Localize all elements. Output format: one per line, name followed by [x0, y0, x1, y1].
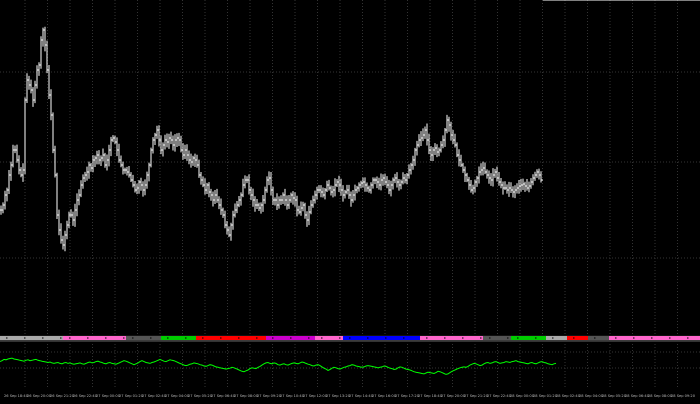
separator-tick — [573, 337, 575, 339]
time-axis-label: 28 Sep 04:00 — [579, 394, 604, 398]
separator-segment — [420, 336, 483, 340]
separator-tick — [615, 337, 617, 339]
time-axis: 26 Sep 18:40 26 Sep 20:00 26 Sep 21:20 26 S… — [4, 394, 696, 398]
separator-tick — [6, 337, 8, 339]
separator-segment — [0, 336, 63, 340]
separator-segment — [567, 336, 588, 340]
time-axis-label: 27 Sep 13:20 — [326, 394, 351, 398]
separator-tick — [256, 337, 258, 339]
separator-tick — [87, 337, 89, 339]
separator-tick — [444, 337, 446, 339]
separator-tick — [489, 337, 491, 339]
separator-tick — [480, 337, 482, 339]
time-axis-label: 27 Sep 10:40 — [280, 394, 305, 398]
separator-segment — [315, 336, 343, 340]
separator-tick — [403, 337, 405, 339]
time-axis-label: 26 Sep 21:20 — [50, 394, 75, 398]
separator-tick — [535, 337, 537, 339]
separator-tick — [507, 337, 509, 339]
separator-tick — [669, 337, 671, 339]
time-axis-label: 28 Sep 08:00 — [648, 394, 673, 398]
separator-tick — [272, 337, 274, 339]
separator-tick — [238, 337, 240, 339]
time-axis-label: 28 Sep 09:20 — [671, 394, 696, 398]
separator-tick — [308, 337, 310, 339]
chart-window: 26 Sep 18:40 26 Sep 20:00 26 Sep 21:20 26 S… — [0, 0, 700, 400]
time-axis-label: 28 Sep 01:20 — [533, 394, 558, 398]
separator-tick — [42, 337, 44, 339]
time-axis-label: 27 Sep 22:40 — [487, 394, 512, 398]
time-axis-label: 27 Sep 00:00 — [96, 394, 121, 398]
separator-segment — [511, 336, 546, 340]
separator-tick — [321, 337, 323, 339]
time-axis-label: 27 Sep 02:40 — [142, 394, 167, 398]
separator-tick — [105, 337, 107, 339]
time-axis-label: 28 Sep 00:00 — [510, 394, 535, 398]
separator-tick — [167, 337, 169, 339]
separator-segment — [126, 336, 161, 340]
separator-tick — [24, 337, 26, 339]
separator-tick — [60, 337, 62, 339]
separator-tick — [290, 337, 292, 339]
separator-segment — [161, 336, 196, 340]
time-axis-label: 28 Sep 06:40 — [625, 394, 650, 398]
separator-tick — [462, 337, 464, 339]
separator-tick — [150, 337, 152, 339]
time-axis-label: 27 Sep 08:00 — [234, 394, 259, 398]
session-separator-band — [0, 335, 700, 341]
time-axis-label: 27 Sep 14:40 — [349, 394, 374, 398]
time-axis-label: 28 Sep 02:40 — [556, 394, 581, 398]
time-axis-label: 27 Sep 18:40 — [418, 394, 443, 398]
separator-tick — [202, 337, 204, 339]
time-axis-label: 26 Sep 20:00 — [27, 394, 52, 398]
separator-segment — [609, 336, 700, 340]
separator-tick — [123, 337, 125, 339]
time-axis-label: 27 Sep 09:20 — [257, 394, 282, 398]
time-axis-label: 27 Sep 17:20 — [395, 394, 420, 398]
time-axis-label: 26 Sep 18:40 — [4, 394, 29, 398]
separator-segment — [546, 336, 567, 340]
time-axis-label: 28 Sep 05:20 — [602, 394, 627, 398]
separator-tick — [633, 337, 635, 339]
separator-tick — [594, 337, 596, 339]
separator-tick — [687, 337, 689, 339]
separator-segment — [483, 336, 511, 340]
separator-tick — [651, 337, 653, 339]
separator-tick — [367, 337, 369, 339]
chart-canvas[interactable]: 26 Sep 18:40 26 Sep 20:00 26 Sep 21:20 26 S… — [0, 0, 700, 400]
time-axis-label: 27 Sep 20:00 — [441, 394, 466, 398]
separator-tick — [69, 337, 71, 339]
time-axis-label: 26 Sep 22:40 — [73, 394, 98, 398]
time-axis-label: 27 Sep 16:00 — [372, 394, 397, 398]
separator-tick — [349, 337, 351, 339]
time-axis-label: 27 Sep 12:00 — [303, 394, 328, 398]
separator-tick — [426, 337, 428, 339]
separator-tick — [339, 337, 341, 339]
separator-segment — [196, 336, 266, 340]
time-axis-label: 27 Sep 01:20 — [119, 394, 144, 398]
time-axis-label: 27 Sep 05:20 — [188, 394, 213, 398]
separator-segment — [343, 336, 420, 340]
separator-tick — [552, 337, 554, 339]
separator-segment — [63, 336, 126, 340]
time-axis-label: 27 Sep 04:00 — [165, 394, 190, 398]
time-axis-label: 27 Sep 21:20 — [464, 394, 489, 398]
separator-tick — [185, 337, 187, 339]
separator-segment — [588, 336, 609, 340]
time-axis-label: 27 Sep 06:40 — [211, 394, 236, 398]
separator-tick — [385, 337, 387, 339]
separator-tick — [132, 337, 134, 339]
separator-tick — [220, 337, 222, 339]
separator-tick — [517, 337, 519, 339]
